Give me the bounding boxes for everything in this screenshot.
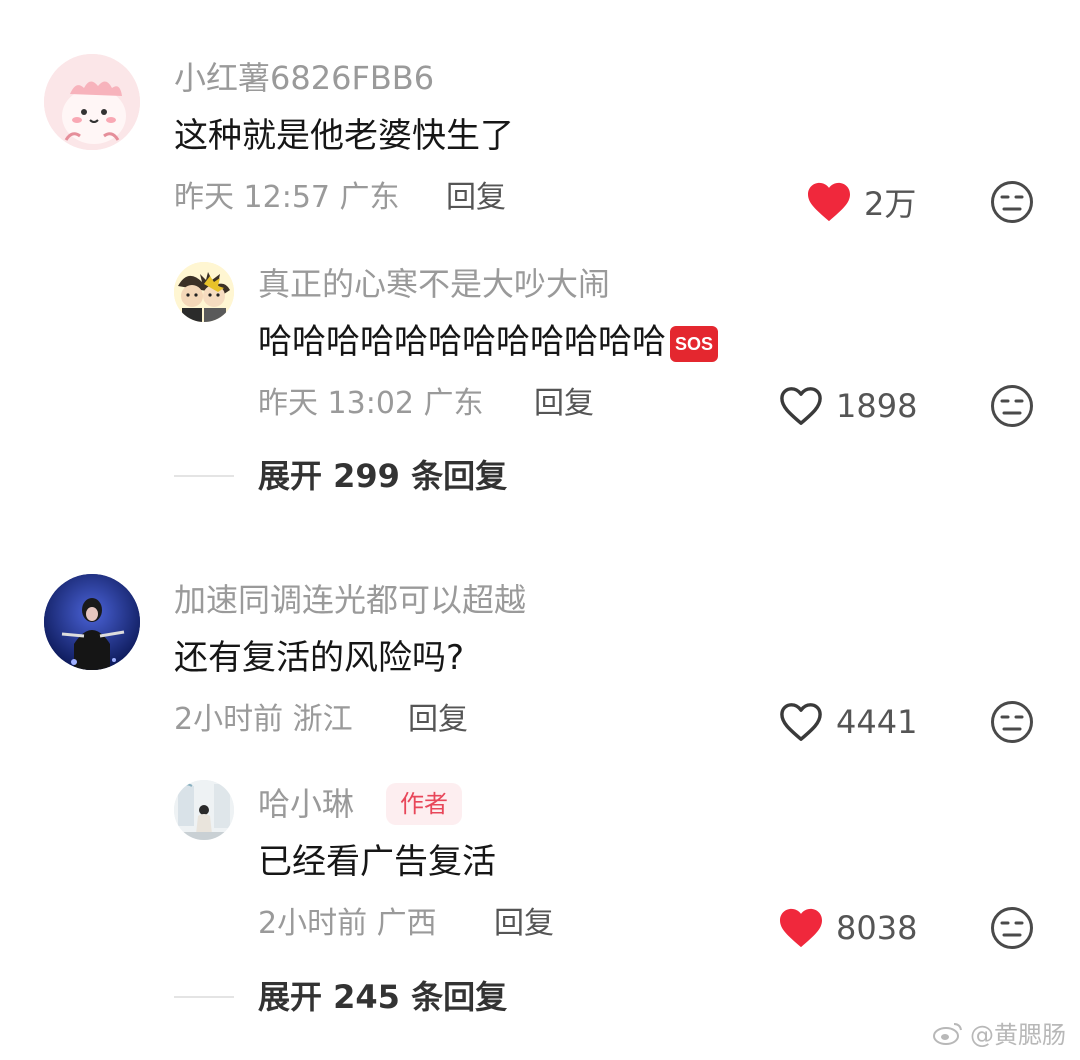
meh-face-icon[interactable]: [990, 180, 1034, 224]
like-count: 4441: [836, 703, 918, 741]
heart-filled-icon: [808, 182, 850, 222]
expand-replies-button[interactable]: 展开 245 条回复: [258, 977, 507, 1017]
reply-text: 哈哈哈哈哈哈哈哈哈哈哈哈: [258, 322, 666, 362]
like-button[interactable]: 4441: [778, 700, 917, 744]
reply-button[interactable]: 回复: [446, 178, 506, 218]
cartoon-pair-avatar-icon: [174, 262, 234, 322]
comment-text: 还有复活的风险吗?: [174, 638, 465, 678]
weibo-watermark: @黄腮肠: [932, 1015, 1066, 1050]
like-count: 8038: [836, 909, 918, 947]
reply-text: 已经看广告复活: [258, 842, 496, 882]
reply-button[interactable]: 回复: [534, 384, 594, 424]
watermark-text: @黄腮肠: [970, 1021, 1066, 1049]
like-count: 2万: [864, 185, 917, 223]
avatar[interactable]: [44, 574, 140, 670]
girl-photo-avatar-icon: [174, 780, 234, 840]
divider: [174, 475, 234, 477]
comment-username[interactable]: 小红薯6826FBB6: [174, 58, 434, 98]
comment-text: 这种就是他老婆快生了: [174, 116, 514, 156]
comment-meta: 2小时前 浙江: [174, 702, 353, 737]
weibo-logo-icon: [933, 1022, 962, 1045]
pink-dino-avatar-icon: [44, 54, 140, 150]
like-button[interactable]: 8038: [778, 906, 917, 950]
concert-singer-avatar-icon: [44, 574, 140, 670]
reply-text-row: 哈哈哈哈哈哈哈哈哈哈哈哈 SOS: [258, 320, 719, 364]
reply-button[interactable]: 回复: [408, 700, 468, 740]
author-badge: 作者: [386, 783, 462, 825]
expand-replies-button[interactable]: 展开 299 条回复: [258, 456, 507, 496]
reply-username[interactable]: 哈小琳: [258, 784, 354, 824]
avatar[interactable]: [44, 54, 140, 150]
sos-emoji-icon: SOS: [670, 325, 719, 362]
meh-face-icon[interactable]: [990, 384, 1034, 428]
like-button[interactable]: 1898: [778, 384, 917, 428]
reply-meta: 昨天 13:02 广东: [258, 386, 484, 421]
comment-username[interactable]: 加速同调连光都可以超越: [174, 580, 526, 620]
reply-username[interactable]: 真正的心寒不是大吵大闹: [258, 264, 610, 304]
like-count: 1898: [836, 387, 918, 425]
heart-filled-icon: [780, 908, 822, 948]
avatar[interactable]: [174, 262, 234, 322]
meh-face-icon[interactable]: [990, 906, 1034, 950]
heart-outline-icon: [780, 387, 822, 425]
divider: [174, 996, 234, 998]
avatar[interactable]: [174, 780, 234, 840]
reply-button[interactable]: 回复: [494, 904, 554, 944]
heart-outline-icon: [780, 703, 822, 741]
reply-meta: 2小时前 广西: [258, 906, 437, 941]
comment-meta: 昨天 12:57 广东: [174, 180, 400, 215]
meh-face-icon[interactable]: [990, 700, 1034, 744]
like-button[interactable]: 2万: [806, 180, 916, 224]
